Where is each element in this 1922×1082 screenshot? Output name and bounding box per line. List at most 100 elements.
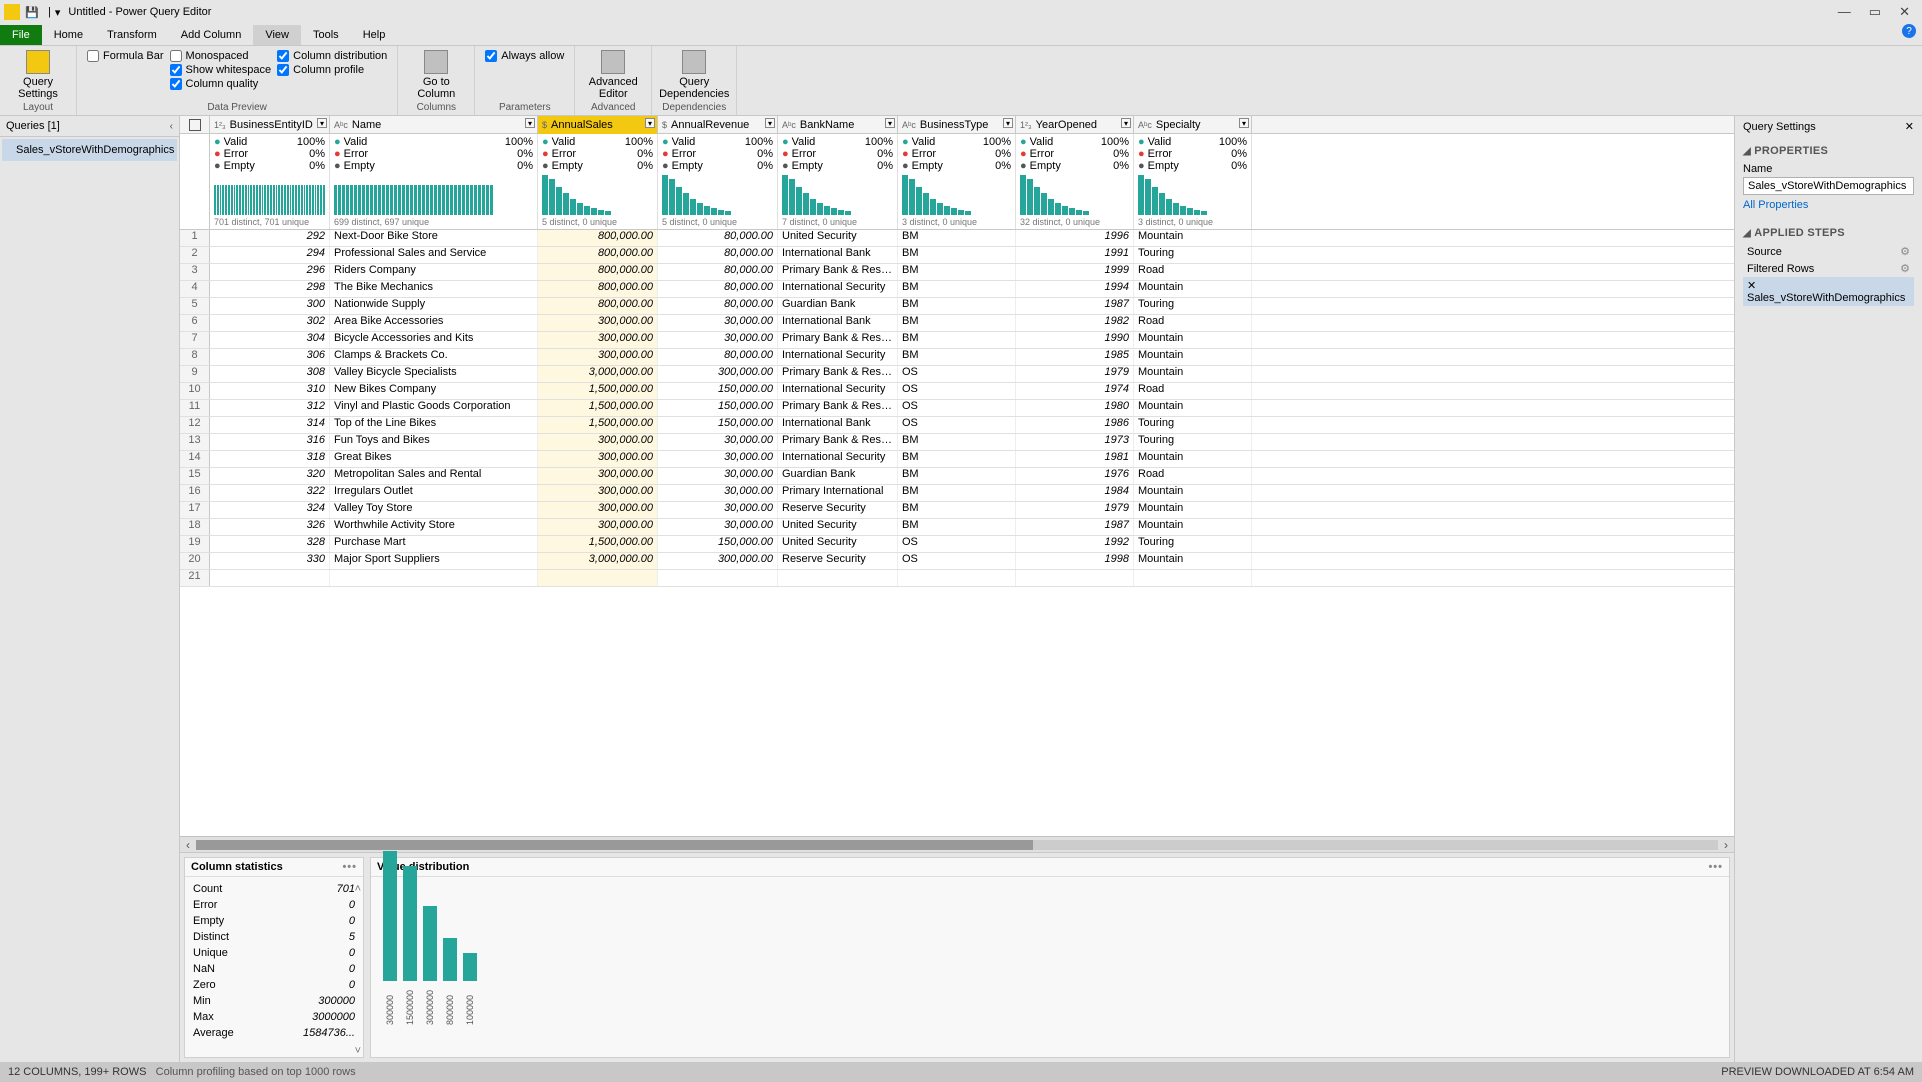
chk-column-quality[interactable]: Column quality: [170, 78, 272, 90]
table-row[interactable]: 16 322 Irregulars Outlet 300,000.00 30,0…: [180, 485, 1734, 502]
table-row[interactable]: 12 314 Top of the Line Bikes 1,500,000.0…: [180, 417, 1734, 434]
close-settings-icon[interactable]: ✕: [1905, 120, 1914, 133]
table-row[interactable]: 13 316 Fun Toys and Bikes 300,000.00 30,…: [180, 434, 1734, 451]
table-row[interactable]: 17 324 Valley Toy Store 300,000.00 30,00…: [180, 502, 1734, 519]
column-header-Specialty[interactable]: Aᵇc Specialty ▾: [1134, 116, 1252, 134]
table-row[interactable]: 6 302 Area Bike Accessories 300,000.00 3…: [180, 315, 1734, 332]
query-dependencies-button[interactable]: Query Dependencies: [666, 50, 722, 100]
table-row[interactable]: 7 304 Bicycle Accessories and Kits 300,0…: [180, 332, 1734, 349]
column-header-AnnualSales[interactable]: $AnnualSales▾: [538, 116, 658, 134]
table-row[interactable]: 2 294 Professional Sales and Service 800…: [180, 247, 1734, 264]
applied-steps-heading: APPLIED STEPS: [1754, 227, 1845, 239]
table-row[interactable]: 20 330 Major Sport Suppliers 3,000,000.0…: [180, 553, 1734, 570]
column-profile-AnnualSales: Valid100% Error0% Empty0% 5 distinct, 0 …: [538, 134, 658, 229]
query-item[interactable]: Sales_vStoreWithDemographics: [2, 139, 177, 161]
table-row[interactable]: 11 312 Vinyl and Plastic Goods Corporati…: [180, 400, 1734, 417]
table-row[interactable]: 3 296 Riders Company 800,000.00 80,000.0…: [180, 264, 1734, 281]
app-icon: [4, 4, 20, 20]
column-header-BankName[interactable]: AᵇcBankName▾: [778, 116, 898, 134]
tab-transform[interactable]: Transform: [95, 25, 169, 45]
column-filter-icon[interactable]: ▾: [525, 118, 535, 128]
queries-title: Queries [1]: [6, 120, 60, 132]
table-row[interactable]: 14 318 Great Bikes 300,000.00 30,000.00 …: [180, 451, 1734, 468]
stats-more-icon[interactable]: •••: [342, 861, 357, 873]
column-header-Name[interactable]: AᵇcName▾: [330, 116, 538, 134]
table-row[interactable]: 4 298 The Bike Mechanics 800,000.00 80,0…: [180, 281, 1734, 298]
table-row[interactable]: 5 300 Nationwide Supply 800,000.00 80,00…: [180, 298, 1734, 315]
value-distribution-panel: Value distribution••• 300000150000030000…: [370, 857, 1730, 1058]
save-icon[interactable]: 💾: [24, 4, 40, 20]
close-button[interactable]: ✕: [1899, 4, 1910, 20]
all-properties-link[interactable]: All Properties: [1743, 195, 1914, 215]
table-row[interactable]: 19 328 Purchase Mart 1,500,000.00 150,00…: [180, 536, 1734, 553]
query-settings-button[interactable]: Query Settings: [10, 50, 66, 100]
column-header-YearOpened[interactable]: 1²₃YearOpened▾: [1016, 116, 1134, 134]
column-name: YearOpened: [1036, 119, 1097, 131]
column-name: BusinessType: [920, 119, 988, 131]
chk-column-distribution[interactable]: Column distribution: [277, 50, 387, 62]
tab-home[interactable]: Home: [42, 25, 95, 45]
table-row[interactable]: 8 306 Clamps & Brackets Co. 300,000.00 8…: [180, 349, 1734, 366]
column-profile-BusinessType: Valid100% Error0% Empty0% 3 distinct, 0 …: [898, 134, 1016, 229]
type-icon: Aᵇc: [902, 120, 916, 130]
name-label: Name: [1743, 161, 1914, 177]
stat-row: Count701: [193, 881, 355, 897]
collapse-queries-icon[interactable]: ‹: [170, 121, 173, 132]
menubar: File Home Transform Add Column View Tool…: [0, 24, 1922, 46]
advanced-editor-button[interactable]: Advanced Editor: [585, 50, 641, 100]
tab-tools[interactable]: Tools: [301, 25, 351, 45]
dist-more-icon[interactable]: •••: [1708, 861, 1723, 873]
dist-bar: 3000000: [423, 906, 437, 1025]
column-header-AnnualRevenue[interactable]: $AnnualRevenue▾: [658, 116, 778, 134]
column-filter-icon[interactable]: ▾: [765, 118, 775, 128]
ribbon: Query Settings Layout Formula Bar Monosp…: [0, 46, 1922, 116]
scroll-right-icon[interactable]: ›: [1724, 838, 1728, 852]
tab-view[interactable]: View: [253, 25, 301, 45]
maximize-button[interactable]: ▭: [1869, 4, 1881, 20]
column-filter-icon[interactable]: ▾: [317, 118, 327, 128]
column-filter-icon[interactable]: ▾: [1239, 118, 1249, 128]
column-filter-icon[interactable]: ▾: [1003, 118, 1013, 128]
column-header-BusinessType[interactable]: Aᵇc BusinessType ▾: [898, 116, 1016, 134]
qat-dropdown-icon[interactable]: ▾: [51, 6, 65, 19]
table-row[interactable]: 15 320 Metropolitan Sales and Rental 300…: [180, 468, 1734, 485]
stats-down-icon[interactable]: ˅: [355, 1045, 361, 1057]
table-row[interactable]: 1 292 Next-Door Bike Store 800,000.00 80…: [180, 230, 1734, 247]
tab-help[interactable]: Help: [351, 25, 398, 45]
column-filter-icon[interactable]: ▾: [885, 118, 895, 128]
tab-file[interactable]: File: [0, 25, 42, 45]
stat-row: Min300000: [193, 993, 355, 1009]
goto-column-button[interactable]: Go to Column: [408, 50, 464, 100]
scroll-left-icon[interactable]: ‹: [186, 838, 190, 852]
gear-icon[interactable]: ⚙: [1900, 262, 1910, 275]
settings-title: Query Settings: [1743, 121, 1816, 133]
column-header-BusinessEntityID[interactable]: 1²₃BusinessEntityID▾: [210, 116, 330, 134]
chk-always-allow[interactable]: Always allow: [485, 50, 564, 62]
stat-row: Max3000000: [193, 1009, 355, 1025]
help-icon[interactable]: ?: [1902, 24, 1916, 38]
table-row[interactable]: 21: [180, 570, 1734, 587]
table-corner[interactable]: [180, 116, 210, 133]
query-name-input[interactable]: [1743, 177, 1914, 195]
gear-icon[interactable]: ⚙: [1900, 245, 1910, 258]
applied-step[interactable]: Filtered Rows⚙: [1743, 260, 1914, 277]
applied-step[interactable]: Source⚙: [1743, 243, 1914, 260]
group-layout-label: Layout: [23, 100, 53, 113]
column-name: Specialty: [1156, 119, 1201, 131]
chk-show-whitespace[interactable]: Show whitespace: [170, 64, 272, 76]
column-filter-icon[interactable]: ▾: [645, 118, 655, 128]
chk-formula-bar[interactable]: Formula Bar: [87, 50, 164, 62]
table-row[interactable]: 9 308 Valley Bicycle Specialists 3,000,0…: [180, 366, 1734, 383]
table-row[interactable]: 18 326 Worthwhile Activity Store 300,000…: [180, 519, 1734, 536]
column-filter-icon[interactable]: ▾: [1121, 118, 1131, 128]
stats-title: Column statistics: [191, 861, 283, 873]
stats-up-icon[interactable]: ˄: [355, 883, 361, 895]
horizontal-scrollbar[interactable]: ‹ ›: [180, 836, 1734, 852]
chk-column-profile[interactable]: Column profile: [277, 64, 387, 76]
minimize-button[interactable]: —: [1838, 4, 1851, 20]
applied-step[interactable]: ✕ Sales_vStoreWithDemographics: [1743, 277, 1914, 306]
tab-add-column[interactable]: Add Column: [169, 25, 254, 45]
type-icon: Aᵇc: [1138, 120, 1152, 130]
chk-monospaced[interactable]: Monospaced: [170, 50, 272, 62]
table-row[interactable]: 10 310 New Bikes Company 1,500,000.00 15…: [180, 383, 1734, 400]
